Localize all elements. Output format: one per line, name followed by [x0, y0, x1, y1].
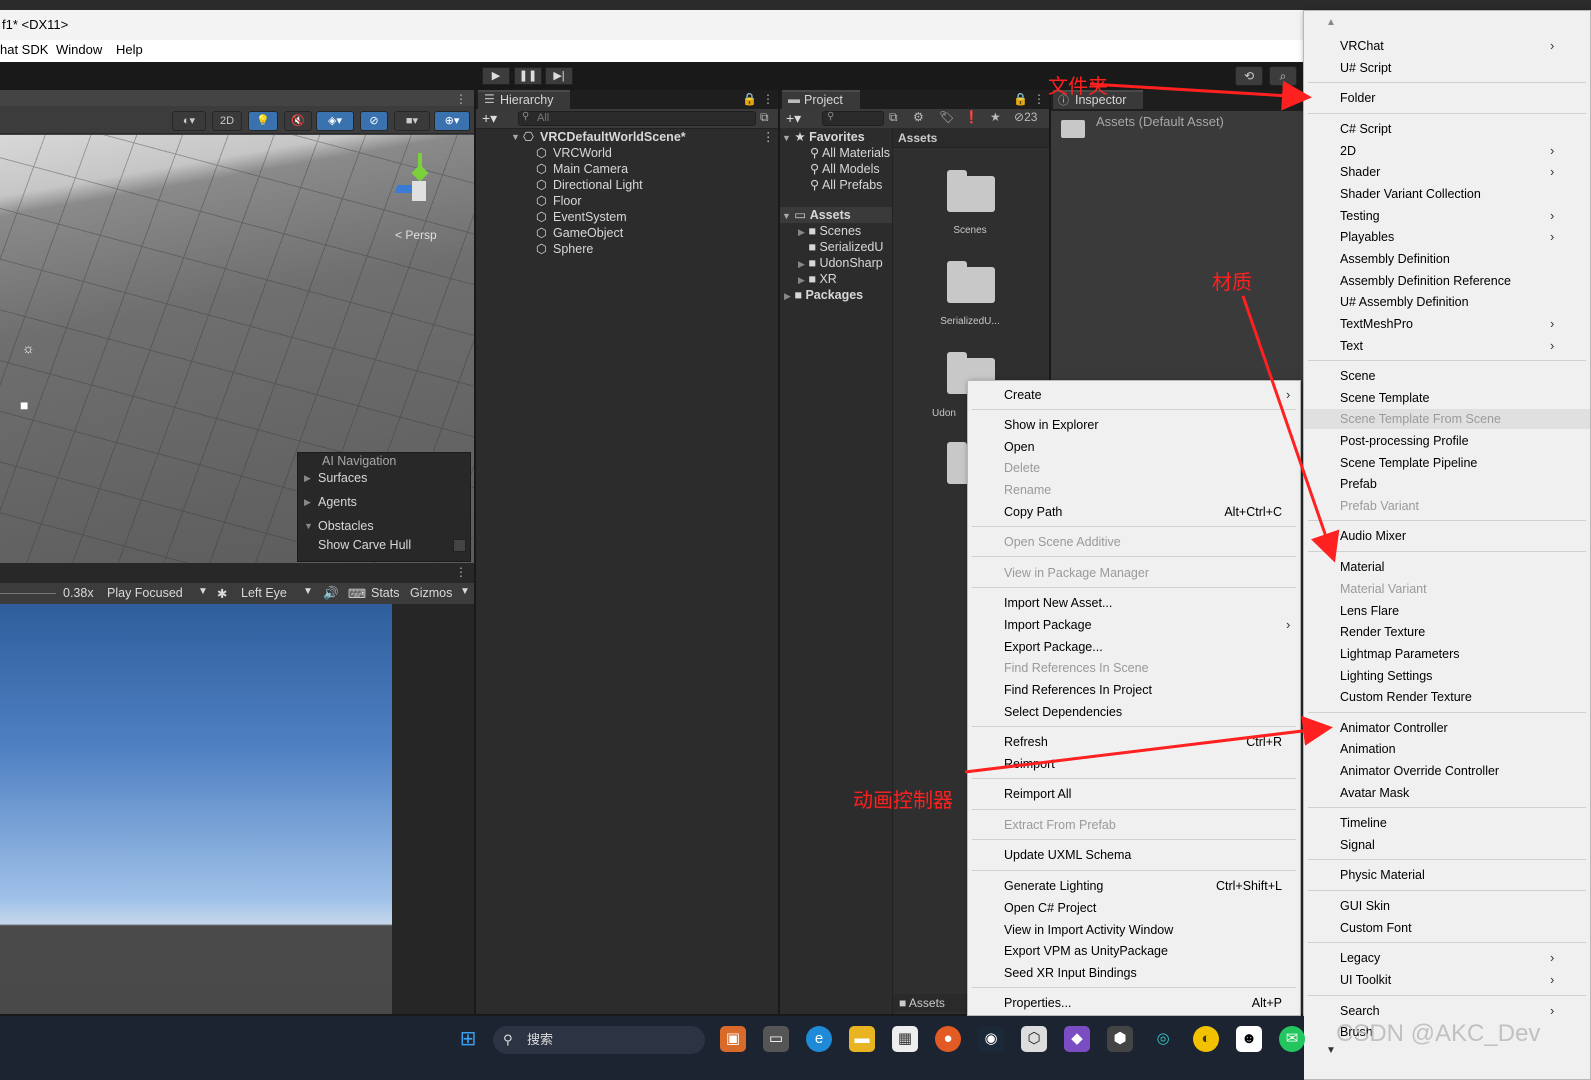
annotation-folder: 文件夹: [1048, 74, 1108, 98]
animator-arrow: [964, 716, 1333, 774]
annotation-material: 材质: [1212, 270, 1252, 294]
folder-arrow: [1089, 80, 1312, 111]
material-arrow: [1241, 295, 1340, 563]
annotation-animator: 动画控制器: [853, 788, 953, 812]
annotation-arrows: [964, 80, 1340, 774]
watermark: CSDN @AKC_Dev: [1336, 1020, 1541, 1047]
